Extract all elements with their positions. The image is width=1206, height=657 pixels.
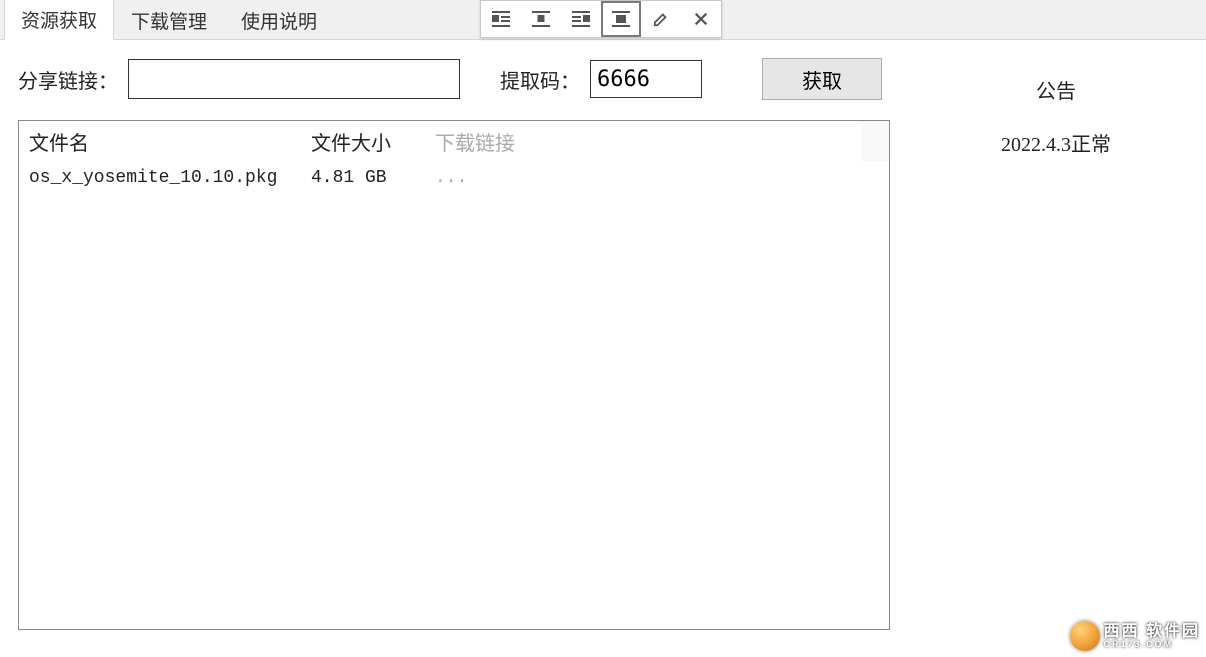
watermark-line2: CR173.COM	[1104, 640, 1200, 649]
tab-label: 使用说明	[241, 12, 317, 33]
cell-download-link: ...	[435, 168, 879, 188]
announcement-title: 公告	[906, 75, 1206, 104]
globe-icon	[1070, 621, 1100, 651]
column-header-filename[interactable]: 文件名	[29, 127, 311, 156]
extract-code-input[interactable]	[590, 60, 702, 98]
align-wrap-full-icon	[612, 11, 630, 27]
share-link-input[interactable]	[128, 59, 460, 99]
align-wrap-left-button[interactable]	[481, 1, 521, 37]
tab-label: 资源获取	[21, 11, 97, 32]
announcement-panel: 公告 2022.4.3正常	[906, 40, 1206, 657]
announcement-text: 2022.4.3正常	[906, 128, 1206, 157]
floating-toolbar	[480, 0, 722, 38]
share-link-label: 分享链接：	[18, 65, 118, 94]
fetch-button[interactable]: 获取	[762, 58, 882, 100]
form-row: 分享链接： 提取码： 获取	[18, 58, 906, 100]
column-header-filesize[interactable]: 文件大小	[311, 127, 435, 156]
table-row[interactable]: os_x_yosemite_10.10.pkg 4.81 GB ...	[19, 162, 889, 194]
align-wrap-right-button[interactable]	[561, 1, 601, 37]
fetch-button-label: 获取	[802, 71, 842, 93]
align-wrap-center-icon	[532, 11, 550, 27]
edit-button[interactable]	[641, 1, 681, 37]
results-table[interactable]: 文件名 文件大小 下载链接 os_x_yosemite_10.10.pkg 4.…	[18, 120, 890, 630]
align-wrap-right-icon	[572, 11, 590, 27]
edit-icon	[652, 11, 670, 27]
align-wrap-left-icon	[492, 11, 510, 27]
watermark: 西西 软件园 CR173.COM	[1070, 621, 1200, 651]
scrollbar-stub[interactable]	[861, 121, 889, 161]
cell-filesize: 4.81 GB	[311, 168, 435, 188]
watermark-line1: 西西 软件园	[1104, 624, 1200, 640]
extract-code-label: 提取码：	[500, 65, 580, 94]
close-button[interactable]	[681, 1, 721, 37]
watermark-text: 西西 软件园 CR173.COM	[1104, 624, 1200, 649]
column-header-download-link[interactable]: 下载链接	[435, 127, 879, 156]
align-wrap-full-button[interactable]	[601, 1, 641, 37]
table-header: 文件名 文件大小 下载链接	[19, 121, 889, 162]
tab-download-manager[interactable]: 下载管理	[114, 0, 224, 40]
cell-filename: os_x_yosemite_10.10.pkg	[29, 168, 311, 188]
close-icon	[692, 11, 710, 27]
tab-label: 下载管理	[131, 12, 207, 33]
left-panel: 分享链接： 提取码： 获取 文件名 文件大小 下载链接 os_x_yosemit…	[0, 40, 906, 657]
tab-resource-fetch[interactable]: 资源获取	[4, 0, 114, 40]
main-area: 分享链接： 提取码： 获取 文件名 文件大小 下载链接 os_x_yosemit…	[0, 40, 1206, 657]
tab-instructions[interactable]: 使用说明	[224, 0, 334, 40]
align-wrap-center-button[interactable]	[521, 1, 561, 37]
